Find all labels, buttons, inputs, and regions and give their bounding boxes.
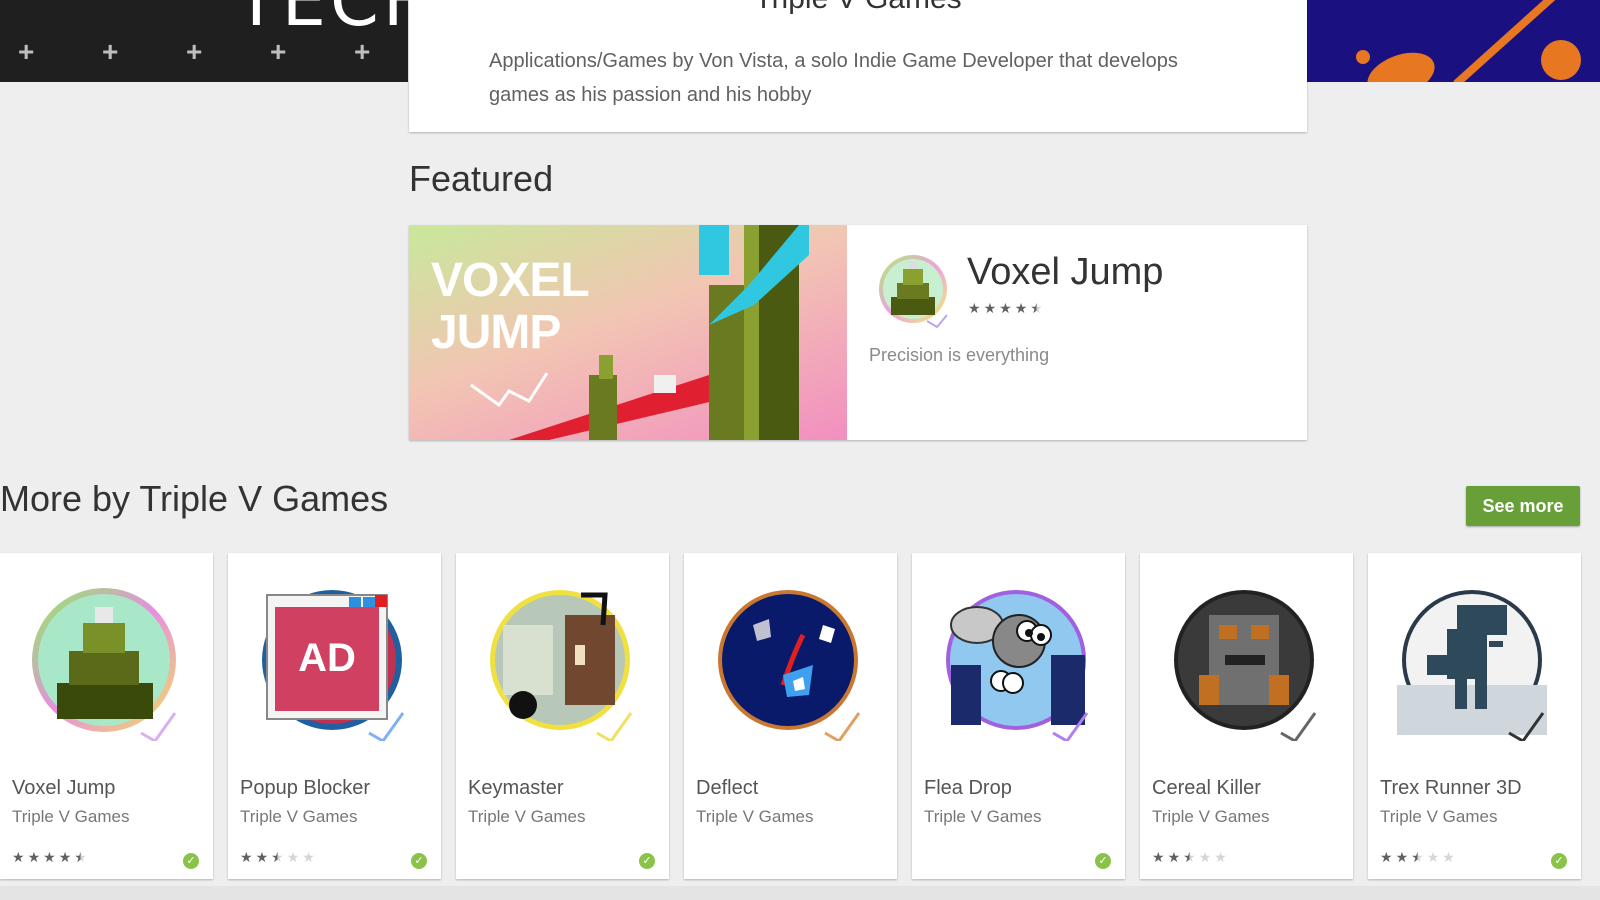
app-developer[interactable]: Triple V Games (924, 807, 1041, 827)
star-icon: ★ (240, 849, 253, 865)
app-developer[interactable]: Triple V Games (468, 807, 585, 827)
verified-check-icon: ✓ (183, 853, 199, 869)
app-name[interactable]: Voxel Jump (12, 777, 115, 800)
star-icon: ★ (1014, 300, 1028, 316)
trex-runner-icon[interactable] (1397, 585, 1553, 741)
app-rating: ★ ★ ★ ★ ★ (240, 850, 315, 864)
star-icon: ★ (1380, 849, 1393, 865)
app-rating: ★ ★ ★ ★ ★ (1152, 850, 1227, 864)
half-star-icon: ★ (1030, 300, 1043, 316)
voxel-jump-icon[interactable] (877, 253, 953, 329)
app-name[interactable]: Deflect (696, 777, 758, 800)
deflect-icon[interactable] (713, 585, 869, 741)
star-icon: ★ (43, 849, 56, 865)
more-by-heading: More by Triple V Games (0, 478, 389, 519)
verified-check-icon: ✓ (639, 853, 655, 869)
plus-decoration-icon: + (270, 36, 287, 67)
empty-star-icon: ★ (1214, 849, 1227, 865)
developer-card: Triple V Games Applications/Games by Von… (409, 0, 1307, 132)
star-icon: ★ (12, 849, 25, 865)
bottom-divider (0, 886, 1600, 900)
flea-drop-icon[interactable] (941, 585, 1097, 741)
plus-decoration-icon: + (18, 36, 35, 67)
banner-text: TECH (235, 0, 408, 42)
featured-banner-image[interactable]: VOXEL JUMP (409, 225, 847, 440)
featured-card[interactable]: VOXEL JUMP Voxel Jump ★ ★ ★ ★ ★ Precisio… (409, 225, 1307, 440)
star-icon: ★ (1167, 849, 1181, 865)
verified-check-icon: ✓ (411, 853, 427, 869)
half-star-icon: ★ (74, 849, 87, 865)
app-card-deflect[interactable]: Deflect Triple V Games (684, 553, 897, 879)
developer-title: Triple V Games (409, 0, 1307, 16)
app-name[interactable]: Popup Blocker (240, 777, 370, 800)
plus-decoration-icon: + (354, 36, 371, 67)
app-card-popup-blocker[interactable]: AD Popup Blocker Triple V Games ★ ★ ★ ★ ★ ✓ (228, 553, 441, 879)
empty-star-icon: ★ (286, 849, 300, 865)
empty-star-icon: ★ (302, 849, 315, 865)
star-icon: ★ (255, 849, 269, 865)
keymaster-icon[interactable] (485, 585, 641, 741)
featured-tagline: Precision is everything (869, 345, 1050, 365)
app-card-keymaster[interactable]: Keymaster Triple V Games ✓ (456, 553, 669, 879)
star-icon: ★ (968, 300, 981, 316)
app-rating: ★ ★ ★ ★ ★ (12, 850, 87, 864)
empty-star-icon: ★ (1426, 849, 1440, 865)
svg-text:AD: AD (298, 636, 356, 680)
app-rating: ★ ★ ★ ★ ★ (1380, 850, 1455, 864)
featured-heading: Featured (409, 158, 554, 199)
app-developer[interactable]: Triple V Games (1380, 807, 1497, 827)
star-icon: ★ (983, 300, 997, 316)
empty-star-icon: ★ (1198, 849, 1212, 865)
featured-info: Voxel Jump ★ ★ ★ ★ ★ Precision is everything (847, 225, 1307, 440)
app-developer[interactable]: Triple V Games (240, 807, 357, 827)
half-star-icon: ★ (1411, 849, 1424, 865)
verified-check-icon: ✓ (1551, 853, 1567, 869)
app-card-trex-runner[interactable]: Trex Runner 3D Triple V Games ★ ★ ★ ★ ★ ✓ (1368, 553, 1581, 879)
app-name[interactable]: Trex Runner 3D (1380, 777, 1522, 800)
voxel-jump-artwork (470, 225, 809, 440)
star-icon: ★ (27, 849, 41, 865)
app-name[interactable]: Cereal Killer (1152, 777, 1261, 800)
star-icon: ★ (999, 300, 1012, 316)
half-star-icon: ★ (271, 849, 284, 865)
featured-rating: ★ ★ ★ ★ ★ (968, 301, 1043, 315)
plus-decoration-icon: + (102, 36, 119, 67)
app-developer[interactable]: Triple V Games (1152, 807, 1269, 827)
banner-left: TECH + + + + + (0, 0, 408, 82)
app-developer[interactable]: Triple V Games (12, 807, 129, 827)
half-star-icon: ★ (1183, 849, 1196, 865)
app-name[interactable]: Flea Drop (924, 777, 1012, 800)
empty-star-icon: ★ (1442, 849, 1455, 865)
popup-blocker-icon[interactable]: AD (257, 585, 413, 741)
app-name[interactable]: Keymaster (468, 777, 564, 800)
voxel-jump-icon[interactable] (29, 585, 185, 741)
banner-right-art (1306, 0, 1600, 82)
app-developer[interactable]: Triple V Games (696, 807, 813, 827)
star-icon: ★ (58, 849, 72, 865)
star-icon: ★ (1152, 849, 1165, 865)
app-card-cereal-killer[interactable]: Cereal Killer Triple V Games ★ ★ ★ ★ ★ (1140, 553, 1353, 879)
verified-check-icon: ✓ (1095, 853, 1111, 869)
star-icon: ★ (1395, 849, 1409, 865)
see-more-button[interactable]: See more (1466, 486, 1580, 526)
app-card-voxel-jump[interactable]: Voxel Jump Triple V Games ★ ★ ★ ★ ★ ✓ (0, 553, 213, 879)
featured-app-name[interactable]: Voxel Jump (967, 251, 1163, 294)
plus-decoration-icon: + (186, 36, 203, 67)
cereal-killer-icon[interactable] (1169, 585, 1325, 741)
app-card-flea-drop[interactable]: Flea Drop Triple V Games ✓ (912, 553, 1125, 879)
developer-description: Applications/Games by Von Vista, a solo … (489, 50, 1178, 106)
